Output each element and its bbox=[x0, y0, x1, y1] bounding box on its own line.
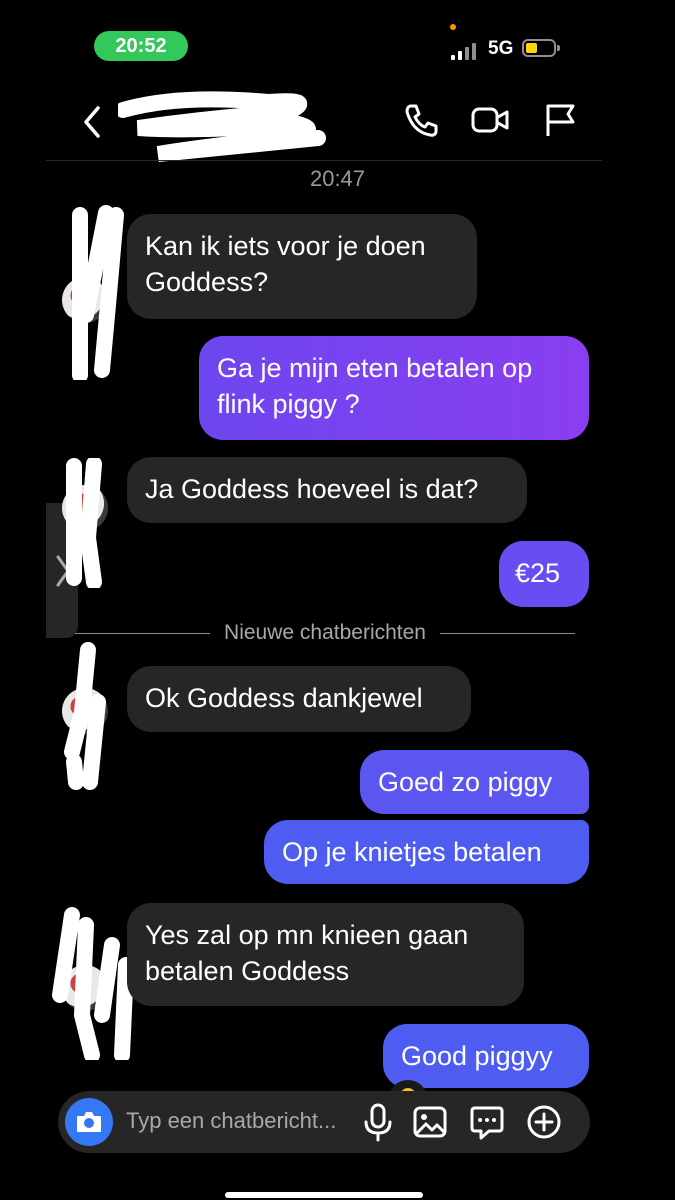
image-icon[interactable] bbox=[412, 1102, 448, 1142]
video-camera-icon[interactable] bbox=[470, 100, 510, 140]
message-outgoing[interactable]: Good piggyy bbox=[383, 1024, 589, 1088]
message-timestamp: 20:47 bbox=[309, 166, 366, 191]
plus-circle-icon[interactable] bbox=[526, 1102, 562, 1142]
message-incoming[interactable]: Kan ik iets voor je doen Goddess? bbox=[127, 214, 477, 319]
message-outgoing[interactable]: Goed zo piggy bbox=[360, 750, 589, 814]
redaction-scribble bbox=[66, 458, 102, 588]
redaction-scribble bbox=[72, 205, 124, 380]
new-messages-label: Nieuwe chatberichten bbox=[224, 621, 426, 644]
redaction-scribble bbox=[64, 642, 106, 790]
signal-icon bbox=[451, 42, 476, 60]
message-outgoing[interactable]: Ga je mijn eten betalen op flink piggy ? bbox=[199, 336, 589, 440]
message-incoming[interactable]: Ja Goddess hoeveel is dat? bbox=[127, 457, 527, 523]
message-input[interactable]: Typ een chatbericht... bbox=[126, 1108, 336, 1134]
header-divider bbox=[46, 160, 602, 161]
privacy-indicator-dot bbox=[450, 24, 456, 30]
chevron-left-icon[interactable] bbox=[78, 104, 108, 140]
home-indicator[interactable] bbox=[225, 1192, 423, 1198]
message-outgoing[interactable]: €25 bbox=[499, 541, 589, 607]
message-incoming[interactable]: Ok Goddess dankjewel bbox=[127, 666, 471, 732]
phone-icon[interactable] bbox=[401, 100, 441, 140]
chat-bubble-icon[interactable] bbox=[469, 1102, 505, 1142]
redaction-scribble bbox=[52, 907, 134, 1060]
new-messages-divider: Nieuwe chatberichten bbox=[75, 618, 576, 648]
redacted-contact-name bbox=[118, 91, 326, 162]
network-type: 5G bbox=[488, 38, 514, 59]
message-outgoing[interactable]: Op je knietjes betalen bbox=[264, 820, 589, 884]
camera-icon bbox=[77, 1112, 101, 1132]
flag-icon[interactable] bbox=[540, 100, 580, 140]
microphone-icon[interactable] bbox=[360, 1102, 396, 1142]
status-time: 20:52 bbox=[94, 31, 188, 61]
battery-icon bbox=[522, 39, 560, 57]
message-incoming[interactable]: Yes zal op mn knieen gaan betalen Goddes… bbox=[127, 903, 524, 1006]
camera-button[interactable] bbox=[65, 1098, 113, 1146]
